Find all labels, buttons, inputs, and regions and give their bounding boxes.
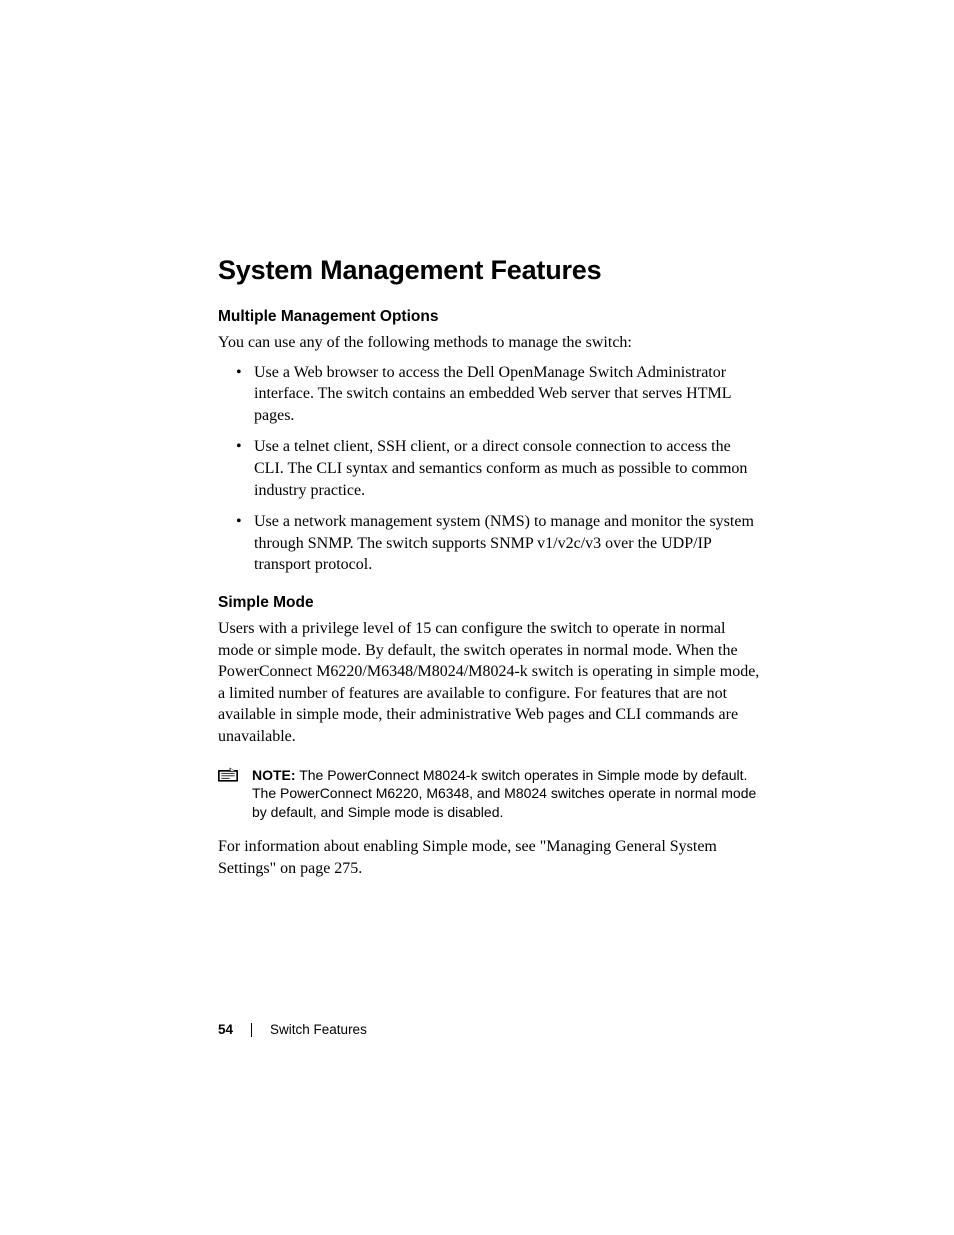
note-body: The PowerConnect M8024-k switch operates… [252,767,756,821]
list-item: Use a network management system (NMS) to… [218,511,764,576]
section-heading-simple-mode: Simple Mode [218,594,764,612]
after-note-text: For information about enabling Simple mo… [218,836,764,879]
note-text: NOTE: The PowerConnect M8024-k switch op… [252,766,764,823]
page-footer: 54 Switch Features [218,1022,367,1037]
list-item: Use a Web browser to access the Dell Ope… [218,362,764,427]
list-item: Use a telnet client, SSH client, or a di… [218,436,764,501]
main-heading: System Management Features [218,255,764,286]
footer-section-name: Switch Features [270,1022,367,1037]
page-content: System Management Features Multiple Mana… [0,0,954,879]
note-icon [218,767,238,783]
page-number: 54 [218,1022,233,1037]
note-label: NOTE: [252,767,296,783]
intro-text: You can use any of the following methods… [218,332,764,354]
management-options-list: Use a Web browser to access the Dell Ope… [218,362,764,576]
note-block: NOTE: The PowerConnect M8024-k switch op… [218,766,764,823]
footer-divider [251,1023,252,1037]
section-heading-multiple-management: Multiple Management Options [218,308,764,326]
simple-mode-body: Users with a privilege level of 15 can c… [218,618,764,748]
